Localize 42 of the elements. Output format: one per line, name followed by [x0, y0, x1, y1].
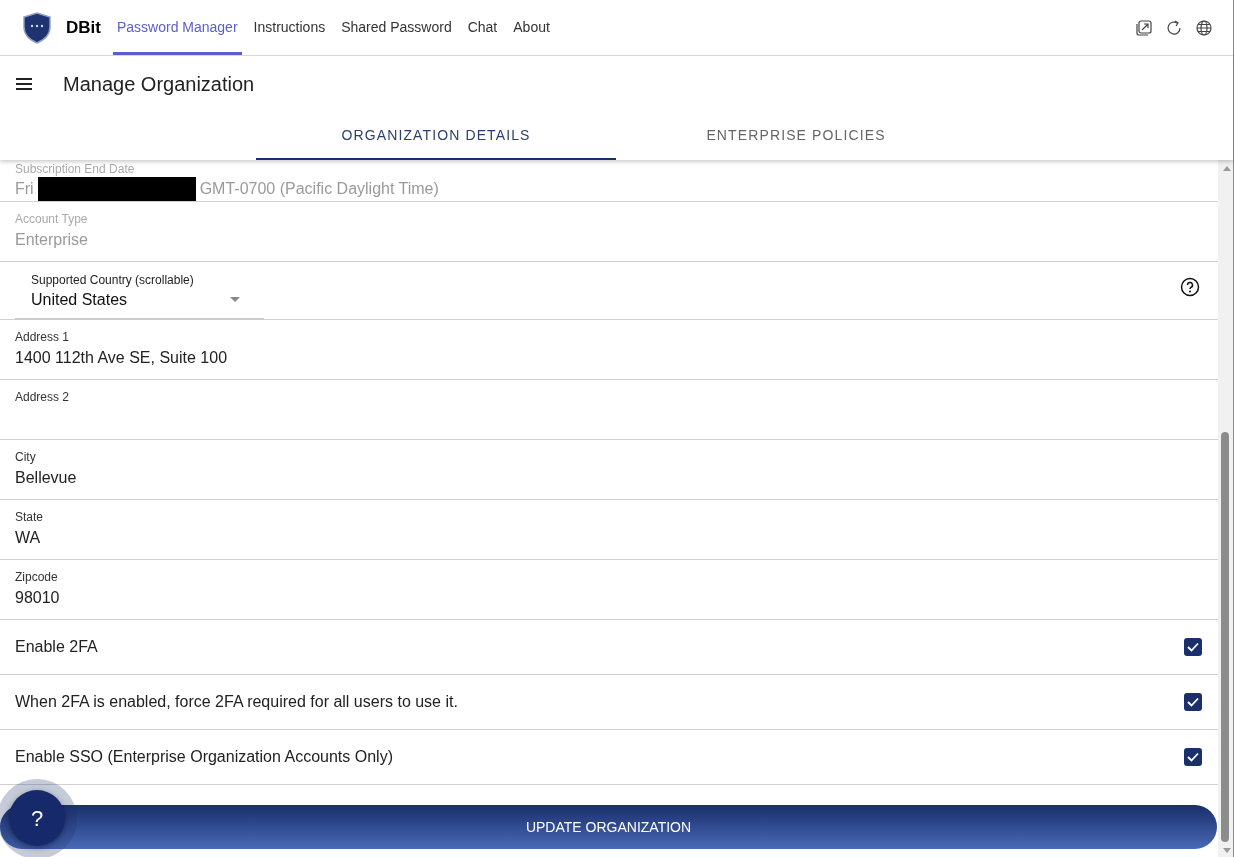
- help-button[interactable]: ?: [9, 790, 65, 846]
- field-label: Address 2: [15, 388, 71, 405]
- field-label: State: [15, 508, 45, 525]
- checkbox-label: Enable SSO (Enterprise Organization Accounts Only): [15, 747, 393, 767]
- input-field: Enterprise: [15, 226, 1203, 253]
- nav-link[interactable]: About: [509, 0, 554, 55]
- checkbox[interactable]: [1184, 638, 1202, 656]
- input-field[interactable]: 1400 112th Ave SE, Suite 100: [15, 344, 1203, 371]
- checkbox[interactable]: [1184, 748, 1202, 766]
- field-label: Address 1: [15, 328, 71, 345]
- field-label: City: [15, 448, 37, 465]
- field-label: Supported Country (scrollable): [31, 271, 195, 288]
- refresh-icon[interactable]: [1165, 18, 1183, 37]
- globe-icon[interactable]: [1195, 18, 1213, 37]
- input-field[interactable]: 98010: [15, 584, 1203, 611]
- input-field[interactable]: WA: [15, 524, 1203, 551]
- nav-link[interactable]: Shared Password: [337, 0, 456, 55]
- menu-icon[interactable]: [16, 78, 32, 90]
- checkbox[interactable]: [1184, 693, 1202, 711]
- check-icon: [1187, 697, 1199, 707]
- external-link-icon[interactable]: [1135, 18, 1153, 37]
- nav-link[interactable]: Instructions: [249, 0, 330, 55]
- brand-name: DBit: [66, 16, 101, 39]
- checkbox-label: Enable 2FA: [15, 637, 98, 657]
- field-label: Account Type: [15, 210, 89, 227]
- caret-icon: [230, 297, 240, 302]
- input-field[interactable]: Bellevue: [15, 464, 1203, 491]
- tab[interactable]: ENTERPRISE POLICIES: [616, 112, 976, 160]
- field-label: Subscription End Date: [15, 161, 136, 177]
- checkbox-label: When 2FA is enabled, force 2FA required for all users to use it.: [15, 692, 458, 712]
- tab[interactable]: ORGANIZATION DETAILS: [256, 112, 616, 160]
- help-icon[interactable]: [1180, 276, 1200, 297]
- nav-link[interactable]: Chat: [463, 0, 502, 55]
- country-select[interactable]: Supported Country (scrollable) United States: [15, 261, 264, 320]
- check-icon: [1187, 752, 1199, 762]
- select-value: United States: [31, 289, 128, 310]
- page-title: Manage Organization: [63, 72, 255, 97]
- field-label: Zipcode: [15, 568, 59, 585]
- input-field: Fri GMT-0700 (Pacific Daylight Time): [15, 177, 1203, 201]
- scrollbar[interactable]: [1218, 160, 1233, 857]
- check-icon: [1187, 642, 1199, 652]
- shield-logo-icon: [22, 11, 52, 44]
